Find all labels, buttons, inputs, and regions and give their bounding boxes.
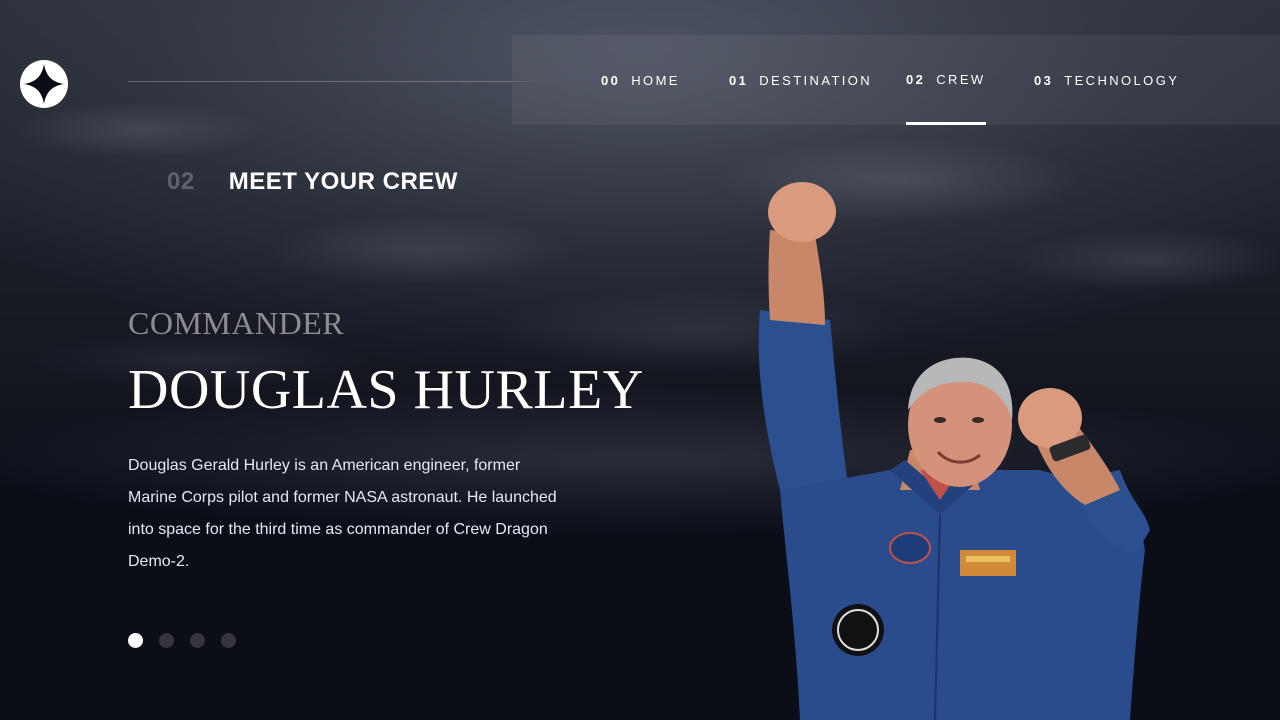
carousel-dot-3[interactable] (190, 633, 205, 648)
crew-bio: Douglas Gerald Hurley is an American eng… (128, 457, 557, 570)
nav-item-technology[interactable]: 03 TECHNOLOGY (1034, 35, 1179, 125)
crew-name: DOUGLAS HURLEY (128, 359, 644, 421)
star-logo-svg (24, 64, 64, 104)
nav-item-number: 02 (906, 71, 926, 87)
section-number: 02 (167, 168, 195, 195)
carousel-dot-4[interactable] (221, 633, 236, 648)
carousel-dot-1[interactable] (128, 633, 143, 648)
crew-carousel-dots (128, 633, 236, 648)
header-divider-line (128, 81, 563, 82)
nav-item-label: HOME (631, 72, 680, 88)
crew-role: COMMANDER (128, 305, 345, 341)
crew-page: 00 HOME 01 DESTINATION 02 CREW 03 TECHNO… (0, 0, 1280, 720)
carousel-dot-2[interactable] (159, 633, 174, 648)
nav-item-home[interactable]: 00 HOME (601, 35, 680, 125)
nav-item-number: 00 (601, 72, 621, 88)
astronaut-douglas-hurley-photo (758, 182, 1150, 720)
star-logo-icon[interactable] (20, 60, 68, 108)
nav-item-number: 01 (729, 72, 749, 88)
nav-item-number: 03 (1034, 72, 1054, 88)
nav-item-destination[interactable]: 01 DESTINATION (729, 35, 872, 125)
nav-item-crew[interactable]: 02 CREW (906, 33, 986, 125)
page-title: 02 MEET YOUR CREW (167, 168, 458, 196)
nav-item-label: CREW (936, 71, 986, 87)
nav-item-label: DESTINATION (759, 72, 873, 88)
main-navigation: 00 HOME 01 DESTINATION 02 CREW 03 TECHNO… (512, 35, 1280, 125)
nav-item-label: TECHNOLOGY (1064, 72, 1180, 88)
section-title: MEET YOUR CREW (228, 168, 458, 195)
